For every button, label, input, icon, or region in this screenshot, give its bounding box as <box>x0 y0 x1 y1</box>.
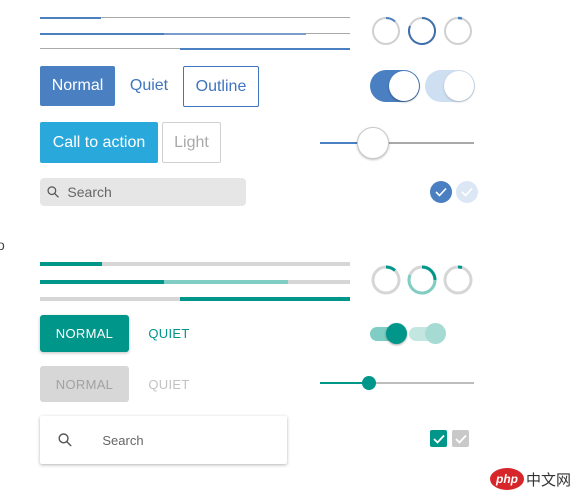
spinner-large-arc-icon <box>407 265 437 295</box>
spinner-tiny-arc-icon <box>443 265 473 295</box>
progress-bar-5 <box>40 280 350 284</box>
check-icon <box>461 187 473 197</box>
toggle-switch-disabled[interactable] <box>425 70 475 102</box>
checkbox-checked[interactable] <box>430 181 452 203</box>
slider-fill <box>320 382 368 384</box>
check-icon <box>454 434 467 444</box>
search-icon <box>58 433 72 447</box>
search-box[interactable] <box>40 416 287 464</box>
toggle-knob <box>389 71 419 101</box>
progress-bar-3 <box>40 48 350 50</box>
spinner-large-arc-icon <box>408 17 436 45</box>
quiet-button-material[interactable]: QUIET <box>140 315 198 352</box>
progress-bar-2 <box>40 33 350 35</box>
normal-button-disabled[interactable]: NORMAL <box>40 366 129 402</box>
progress-bar-6 <box>40 297 350 301</box>
slider[interactable] <box>320 127 474 159</box>
slider[interactable] <box>320 375 474 391</box>
outline-button[interactable]: Outline <box>183 66 259 107</box>
watermark: php 中文网 <box>490 466 571 492</box>
normal-button[interactable]: Normal <box>40 66 115 106</box>
light-button[interactable]: Light <box>162 122 221 163</box>
check-icon <box>432 434 445 444</box>
quiet-button[interactable]: Quiet <box>125 66 173 106</box>
progress-fill <box>180 48 350 50</box>
search-icon <box>47 186 59 198</box>
spinner-tiny-arc-icon <box>444 16 472 45</box>
slider-thumb[interactable] <box>362 376 376 390</box>
progress-fill <box>40 17 101 19</box>
progress-fill <box>40 280 164 284</box>
checkbox-checked[interactable] <box>430 430 447 447</box>
slider-thumb[interactable] <box>357 127 389 159</box>
php-logo: php <box>490 468 524 490</box>
progress-bar-1 <box>40 17 350 19</box>
site-name: 中文网 <box>526 471 572 489</box>
search-input[interactable] <box>65 183 246 201</box>
checkbox-checked-disabled[interactable] <box>456 181 478 203</box>
progress-fill <box>40 33 164 35</box>
checkbox-checked-disabled[interactable] <box>452 430 469 447</box>
progress-fill <box>180 297 350 301</box>
toggle-switch-on[interactable] <box>370 323 410 345</box>
normal-button-material[interactable]: NORMAL <box>40 315 129 352</box>
check-icon <box>435 187 447 197</box>
toggle-knob <box>444 71 474 101</box>
side-glyph: o <box>0 237 5 253</box>
spinner-small-arc-icon <box>372 16 400 45</box>
toggle-knob <box>425 323 446 344</box>
toggle-switch-disabled[interactable] <box>409 323 449 345</box>
toggle-switch-on[interactable] <box>370 70 420 102</box>
toggle-knob <box>386 323 407 344</box>
search-box[interactable] <box>40 178 246 206</box>
call-to-action-button[interactable]: Call to action <box>40 122 158 163</box>
quiet-button-disabled[interactable]: QUIET <box>140 366 198 402</box>
progress-fill <box>40 262 102 266</box>
progress-bar-4 <box>40 262 350 266</box>
search-input[interactable] <box>100 431 287 449</box>
spinner-small-arc-icon <box>371 265 401 295</box>
